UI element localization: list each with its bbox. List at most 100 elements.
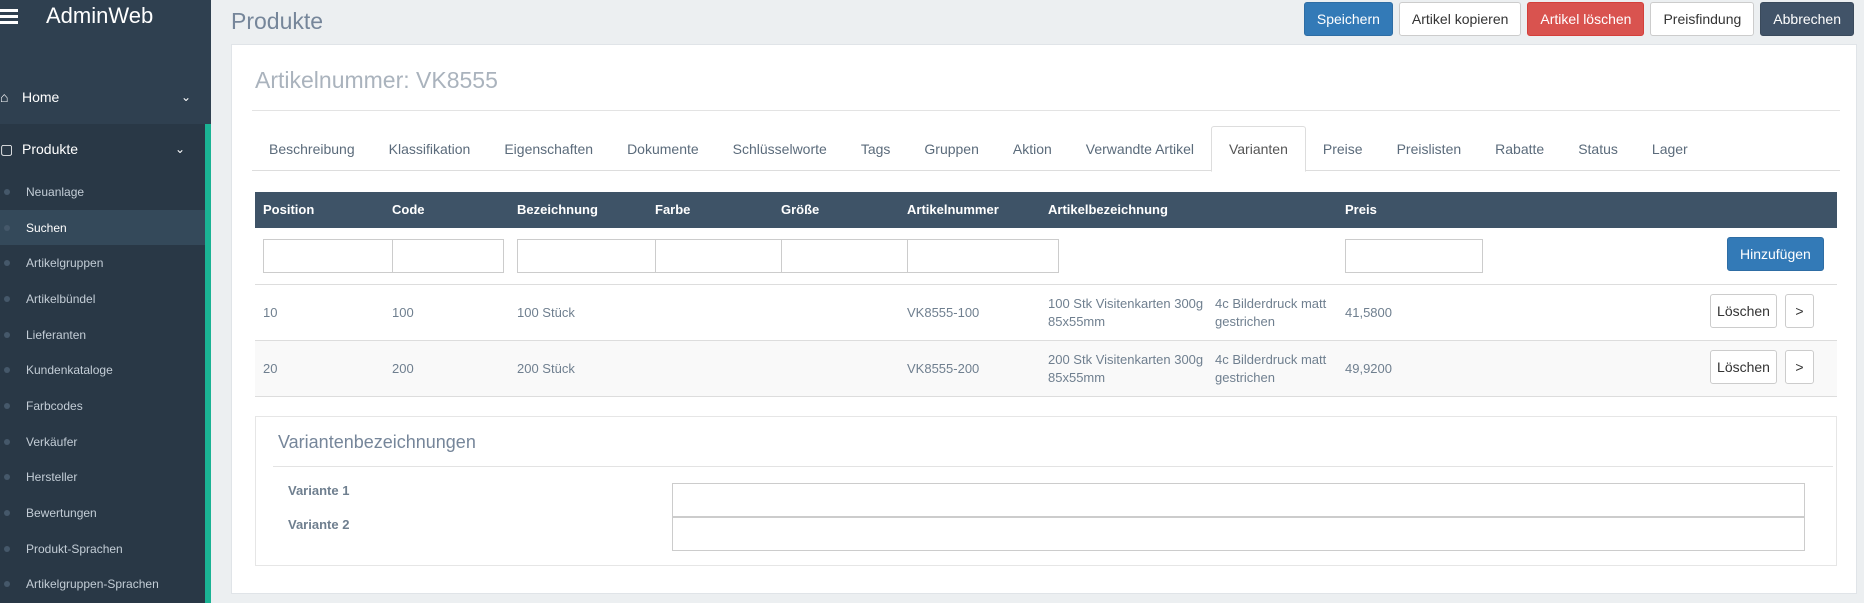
artikelnummer-input[interactable] xyxy=(907,239,1059,273)
tab-schluesselworte[interactable]: Schlüsselworte xyxy=(716,126,844,171)
new-variant-row: Hinzufügen xyxy=(255,228,1837,285)
dot-icon xyxy=(4,474,10,481)
tab-varianten[interactable]: Varianten xyxy=(1210,126,1306,172)
tab-status[interactable]: Status xyxy=(1561,126,1635,171)
variant-1-label: Variante 1 xyxy=(288,483,350,498)
sidebar-subitem-label: Lieferanten xyxy=(26,327,87,342)
preis-input[interactable] xyxy=(1345,239,1483,273)
sidebar-item-produkte[interactable]: ▢ Produkte ⌄ xyxy=(0,124,205,174)
delete-row-button[interactable]: Löschen xyxy=(1710,350,1777,384)
cell-material-line1: 4c Bilderdruck matt xyxy=(1215,352,1327,367)
tab-rabatte[interactable]: Rabatte xyxy=(1478,126,1561,171)
variant-2-input[interactable] xyxy=(672,517,1805,551)
tab-gruppen[interactable]: Gruppen xyxy=(907,126,995,171)
cell-artikelnummer: VK8555-100 xyxy=(907,305,980,320)
column-header-artikelnummer: Artikelnummer xyxy=(907,202,999,217)
farbe-input[interactable] xyxy=(655,239,788,273)
sidebar-subitem-label: Verkäufer xyxy=(26,434,78,449)
sidebar-subitem-suchen[interactable]: Suchen xyxy=(0,209,205,246)
tab-lager[interactable]: Lager xyxy=(1635,126,1705,171)
sidebar-subitem-label: Bewertungen xyxy=(26,506,97,521)
cell-artikelbezeichnung-line2: 85x55mm xyxy=(1048,314,1106,329)
cell-material: 4c Bilderdruck matt gestrichen xyxy=(1215,351,1326,387)
column-header-groesse: Größe xyxy=(781,202,820,217)
sidebar-subitem-artikelbuendel[interactable]: Artikelbündel xyxy=(0,281,205,317)
sidebar-item-home[interactable]: ⌂ Home ⌄ xyxy=(0,72,211,122)
variant-1-input[interactable] xyxy=(672,483,1805,517)
next-row-button[interactable]: > xyxy=(1785,350,1814,384)
delete-row-button[interactable]: Löschen xyxy=(1710,294,1777,328)
sidebar-subitem-artikelgruppen[interactable]: Artikelgruppen xyxy=(0,245,205,281)
chevron-down-icon: ⌄ xyxy=(174,142,185,156)
home-icon: ⌂ xyxy=(0,89,9,105)
column-header-preis: Preis xyxy=(1345,202,1377,217)
code-input[interactable] xyxy=(392,239,504,273)
sidebar-submenu: Neuanlage Suchen Artikelgruppen Artikelb… xyxy=(0,174,205,603)
dot-icon xyxy=(4,367,10,374)
sidebar-accent-bar xyxy=(205,124,211,603)
next-row-button[interactable]: > xyxy=(1785,294,1814,328)
variant-names-panel: Variantenbezeichnungen Variante 1 Varian… xyxy=(255,416,1837,566)
cell-preis: 41,5800 xyxy=(1345,305,1392,320)
sidebar-subitem-produkt-sprachen[interactable]: Produkt-Sprachen xyxy=(0,531,205,567)
pricing-button[interactable]: Preisfindung xyxy=(1650,2,1755,36)
cell-material-line2: gestrichen xyxy=(1215,314,1275,329)
article-number-title: Artikelnummer: VK8555 xyxy=(255,67,498,93)
cell-artikelbezeichnung-line1: 200 Stk Visitenkarten 300g xyxy=(1048,352,1204,367)
dot-icon xyxy=(4,188,10,195)
cell-preis: 49,9200 xyxy=(1345,361,1392,376)
cell-artikelbezeichnung-line1: 100 Stk Visitenkarten 300g xyxy=(1048,296,1204,311)
sidebar-subitem-hersteller[interactable]: Hersteller xyxy=(0,460,205,496)
cancel-button[interactable]: Abbrechen xyxy=(1760,2,1854,36)
tab-verwandte-artikel[interactable]: Verwandte Artikel xyxy=(1069,126,1211,171)
cell-bezeichnung: 100 Stück xyxy=(517,305,575,320)
divider xyxy=(252,110,1840,111)
groesse-input[interactable] xyxy=(781,239,915,273)
tab-bar: Beschreibung Klassifikation Eigenschafte… xyxy=(252,126,1840,172)
sidebar-subitem-neuanlage[interactable]: Neuanlage xyxy=(0,174,205,210)
table-row: 20 200 200 Stück VK8555-200 200 Stk Visi… xyxy=(255,341,1837,397)
bezeichnung-input[interactable] xyxy=(517,239,665,273)
tab-eigenschaften[interactable]: Eigenschaften xyxy=(487,126,610,171)
tab-preise[interactable]: Preise xyxy=(1306,126,1380,171)
cell-position: 10 xyxy=(263,305,278,320)
tab-tags[interactable]: Tags xyxy=(844,126,908,171)
delete-article-button[interactable]: Artikel löschen xyxy=(1527,2,1645,36)
tab-dokumente[interactable]: Dokumente xyxy=(610,126,716,171)
cell-material-line1: 4c Bilderdruck matt xyxy=(1215,296,1327,311)
copy-article-button[interactable]: Artikel kopieren xyxy=(1398,2,1522,36)
hamburger-icon[interactable] xyxy=(0,9,18,24)
cell-code: 100 xyxy=(392,305,414,320)
sidebar-subitem-lieferanten[interactable]: Lieferanten xyxy=(0,317,205,353)
cell-position: 20 xyxy=(263,361,278,376)
sidebar-subitem-verkaeufer[interactable]: Verkäufer xyxy=(0,424,205,460)
column-header-code: Code xyxy=(392,202,425,217)
column-header-bezeichnung: Bezeichnung xyxy=(517,202,598,217)
cube-icon: ▢ xyxy=(0,141,14,157)
sidebar-subitem-label: Artikelgruppen xyxy=(26,256,104,271)
sidebar-item-label: Produkte xyxy=(22,141,79,157)
sidebar: AdminWeb ⌂ Home ⌄ ▢ Produkte ⌄ Neuanlage… xyxy=(0,0,211,603)
table-header: Position Code Bezeichnung Farbe Größe Ar… xyxy=(255,192,1837,228)
dot-icon xyxy=(4,402,10,409)
sidebar-subitem-kundenkataloge[interactable]: Kundenkataloge xyxy=(0,352,205,388)
cell-material: 4c Bilderdruck matt gestrichen xyxy=(1215,295,1326,331)
tab-aktion[interactable]: Aktion xyxy=(996,126,1069,171)
sidebar-subitem-label: Kundenkataloge xyxy=(26,363,113,378)
cell-artikelnummer: VK8555-200 xyxy=(907,361,980,376)
sidebar-subitem-farbcodes[interactable]: Farbcodes xyxy=(0,388,205,424)
position-input[interactable] xyxy=(263,239,401,273)
sidebar-subitem-label: Artikelbündel xyxy=(26,291,96,306)
column-header-artikelbezeichnung: Artikelbezeichnung xyxy=(1048,202,1168,217)
save-button[interactable]: Speichern xyxy=(1303,2,1393,36)
sidebar-subitem-bewertungen[interactable]: Bewertungen xyxy=(0,495,205,531)
tab-klassifikation[interactable]: Klassifikation xyxy=(372,126,488,171)
add-variant-button[interactable]: Hinzufügen xyxy=(1727,237,1824,271)
tab-preislisten[interactable]: Preislisten xyxy=(1380,126,1479,171)
chevron-down-icon: ⌄ xyxy=(180,90,191,104)
dot-icon xyxy=(4,438,10,445)
tab-beschreibung[interactable]: Beschreibung xyxy=(252,126,372,171)
divider xyxy=(273,466,1833,467)
sidebar-subitem-artikelgruppen-sprachen[interactable]: Artikelgruppen-Sprachen xyxy=(0,567,205,603)
sidebar-subitem-label: Suchen xyxy=(26,220,67,235)
